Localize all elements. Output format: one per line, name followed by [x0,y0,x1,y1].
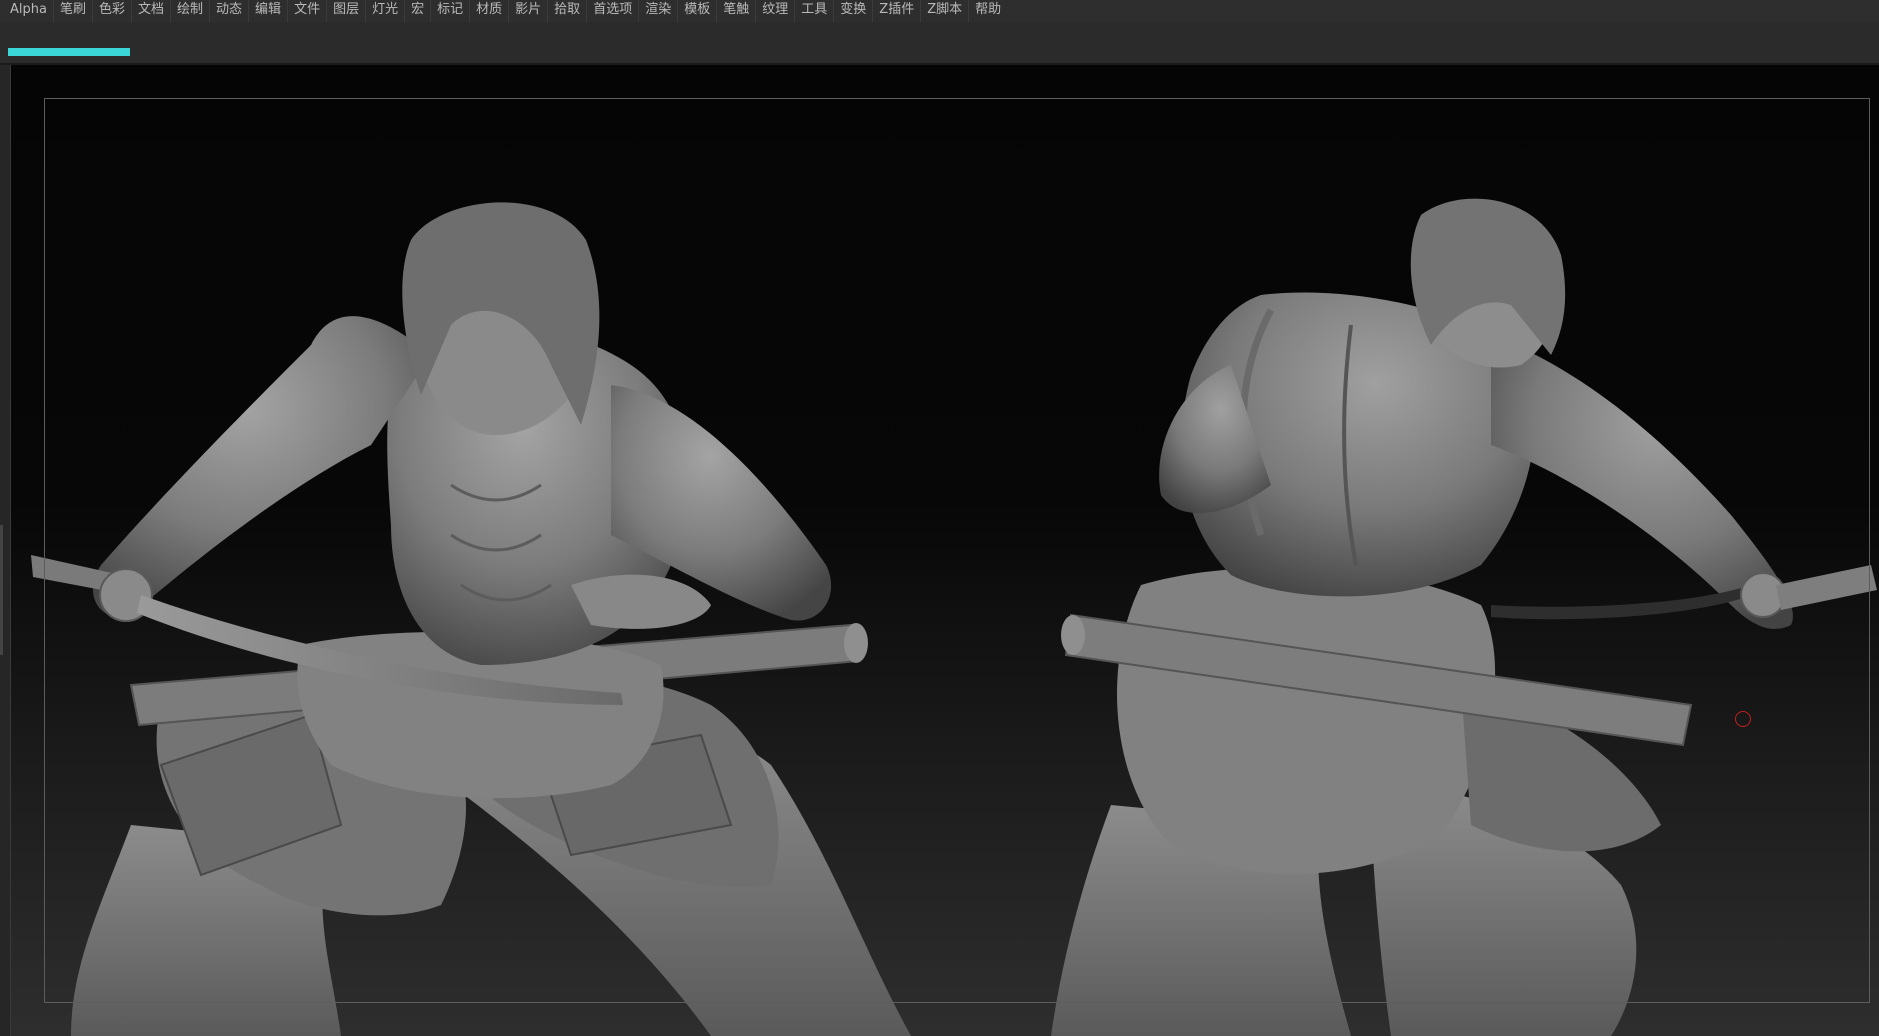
menu-item-stroke[interactable]: 笔触 [717,0,757,22]
menu-item-texture[interactable]: 纹理 [756,0,796,22]
menu-item-zscript[interactable]: Z脚本 [921,0,970,22]
menu-item-help[interactable]: 帮助 [969,0,1007,22]
zbrush-window: Alpha 笔刷 色彩 文档 绘制 动态 编辑 文件 图层 灯光宏标记 材质 影片 拾取 首选项 渲染 模板笔… [0,0,1879,1036]
menu-item-tool[interactable]: 工具 [795,0,835,22]
tray-handle[interactable] [0,525,3,655]
front-right-hand [571,574,711,629]
back-sword-handle [1776,565,1877,610]
progress-bar [8,48,1879,56]
back-waist-wrap [1117,567,1496,874]
sculpt-view[interactable] [11,65,1879,1036]
menu-item-picker[interactable]: 拾取 [548,0,588,22]
menu-item-material[interactable]: 材质 [470,0,510,22]
menu-bar: Alpha 笔刷 色彩 文档 绘制 动态 编辑 文件 图层 灯光宏标记 材质 影片 拾取 首选项 渲染 模板笔… [0,0,1879,22]
front-scabbard-cap [844,623,868,663]
menu-item-layer[interactable]: 图层 [327,0,367,22]
menu-item-macro[interactable]: 宏 [405,0,432,22]
brush-cursor-icon [1735,711,1751,727]
left-tray[interactable] [0,65,11,1036]
back-scabbard-cap [1061,615,1085,655]
menu-item-zplugin[interactable]: Z插件 [873,0,922,22]
menu-item-color[interactable]: 色彩 [93,0,132,22]
menu-item-marker[interactable]: 标记 [431,0,471,22]
menu-item-movie-dyn[interactable]: 动态 [210,0,250,22]
menu-item-stencil[interactable]: 模板 [678,0,718,22]
menu-item-alpha[interactable]: Alpha [4,0,54,22]
front-left-arm [92,316,431,617]
progress-fill [8,48,130,56]
sculpt-back-figure [1051,198,1877,1036]
menu-item-file[interactable]: 文件 [288,0,328,22]
menu-item-edit[interactable]: 编辑 [249,0,289,22]
top-shelf [0,22,1879,64]
menu-item-brush[interactable]: 笔刷 [54,0,93,22]
menu-item-transform[interactable]: 变换 [834,0,874,22]
menu-item-movie[interactable]: 影片 [509,0,549,22]
menu-item-light[interactable]: 灯光 [366,0,406,22]
menu-item-render[interactable]: 渲染 [639,0,679,22]
menu-item-draw[interactable]: 绘制 [171,0,211,22]
document-canvas[interactable] [11,65,1879,1036]
menu-item-document[interactable]: 文档 [132,0,172,22]
menu-item-preferences[interactable]: 首选项 [587,0,640,22]
back-sword-blade [1491,585,1753,620]
sculpt-front-figure [31,202,911,1036]
